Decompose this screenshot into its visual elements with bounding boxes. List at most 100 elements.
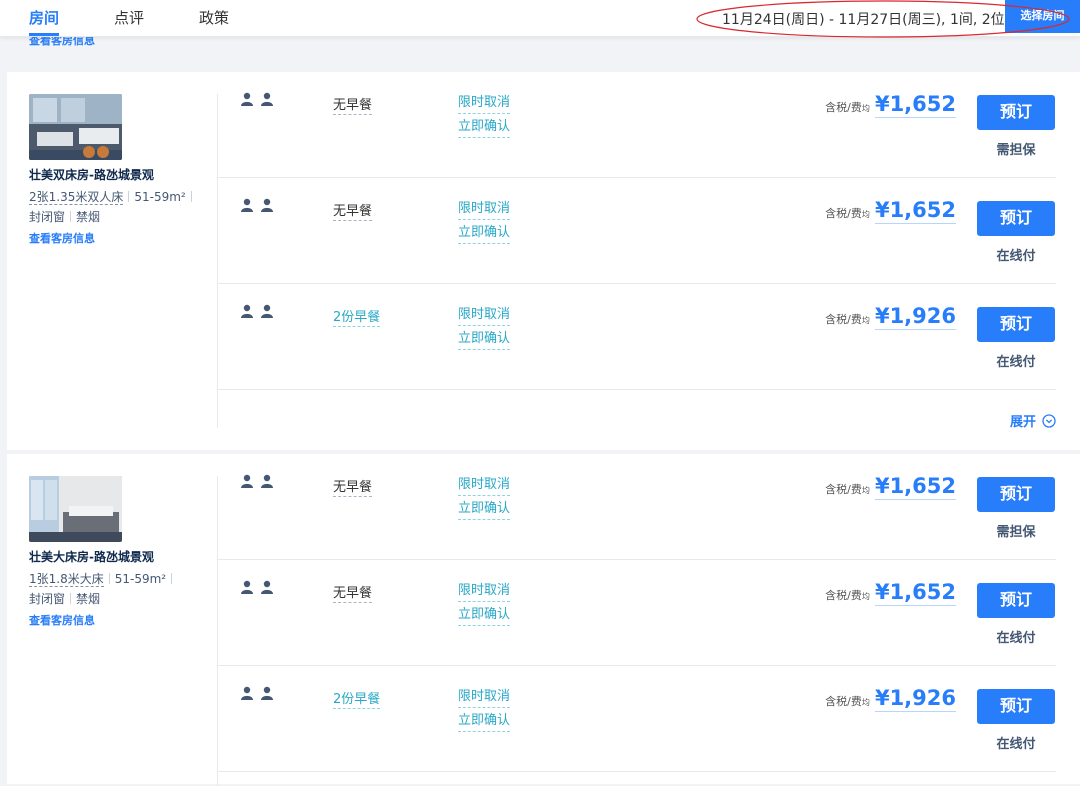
room-meta: 2张1.35米双人床 51-59m² 封闭窗 禁烟 [29, 187, 209, 227]
confirm-policy-link[interactable]: 立即确认 [458, 605, 511, 626]
chevron-down-circle-icon [1042, 413, 1056, 428]
expand-label: 展开 [1009, 415, 1036, 430]
price-block: 含税/费均 ¥1,652 [825, 580, 956, 606]
cancel-policy: 限时取消 立即确认 [458, 687, 511, 735]
price-block: 含税/费均 ¥1,652 [825, 198, 956, 224]
person-icon [261, 92, 273, 106]
room-name: 壮美双床房-路氹城景观 [29, 168, 154, 182]
price[interactable]: ¥1,652 [874, 474, 956, 500]
divider [128, 191, 130, 202]
cancel-policy-link[interactable]: 限时取消 [458, 305, 511, 326]
expand-button[interactable]: 展开 [1010, 411, 1056, 430]
price[interactable]: ¥1,926 [874, 686, 956, 712]
payment-type: 在线付 [996, 355, 1036, 370]
cancel-policy: 限时取消 立即确认 [458, 199, 511, 247]
divider [70, 211, 72, 222]
price[interactable]: ¥1,652 [874, 92, 956, 118]
top-nav: 房间 点评 政策 11月24日(周日) - 11月27日(周三), 1间, 2位… [0, 0, 1080, 38]
room-info-link[interactable]: 查看客房信息 [29, 230, 209, 246]
bed-type[interactable]: 1张1.8米大床 [29, 572, 104, 587]
rate-row: 无早餐 限时取消 立即确认 含税/费均 ¥1,652 预订 在线付 [218, 178, 1056, 284]
bed-type[interactable]: 2张1.35米双人床 [29, 190, 124, 205]
payment-type: 在线付 [996, 737, 1036, 752]
person-icon [241, 92, 253, 106]
person-icon [261, 580, 273, 594]
active-tab-indicator [29, 33, 59, 36]
divider [171, 573, 173, 584]
cancel-policy-link[interactable]: 限时取消 [458, 199, 511, 220]
book-button[interactable]: 预订 [977, 477, 1055, 512]
payment-type: 在线付 [996, 631, 1036, 646]
guest-capacity [240, 686, 274, 700]
book-button[interactable]: 预订 [977, 201, 1055, 236]
price[interactable]: ¥1,926 [874, 304, 956, 330]
room-card: 壮美大床房-路氹城景观 1张1.8米大床 51-59m² 封闭窗 禁烟 查看客房信息… [7, 454, 1080, 786]
rate-row: 2份早餐 限时取消 立即确认 含税/费均 ¥1,926 预订 在线付 [218, 284, 1056, 390]
breakfast-info[interactable]: 无早餐 [333, 200, 373, 221]
room-info-link-previous[interactable]: 查看客房信息 [29, 36, 95, 46]
person-icon [261, 304, 273, 318]
person-icon [261, 198, 273, 212]
breakfast-info[interactable]: 无早餐 [333, 94, 373, 115]
stay-summary[interactable]: 11月24日(周日) - 11月27日(周三), 1间, 2位 [722, 9, 1005, 29]
tax-label: 含税/费均 [825, 589, 870, 602]
person-icon [241, 304, 253, 318]
cancel-policy-link[interactable]: 限时取消 [458, 687, 511, 708]
payment-type: 在线付 [996, 249, 1036, 264]
breakfast-info[interactable]: 无早餐 [333, 582, 373, 603]
payment-type: 需担保 [996, 143, 1036, 158]
room-area: 51-59m² [134, 190, 186, 204]
cancel-policy: 限时取消 立即确认 [458, 581, 511, 629]
tab-policies[interactable]: 政策 [199, 7, 229, 28]
payment-type: 需担保 [996, 525, 1036, 540]
person-icon [241, 198, 253, 212]
cancel-policy-link[interactable]: 限时取消 [458, 475, 511, 496]
room-meta: 1张1.8米大床 51-59m² 封闭窗 禁烟 [29, 569, 209, 609]
room-info: 壮美双床房-路氹城景观 2张1.35米双人床 51-59m² 封闭窗 禁烟 查看客房… [29, 94, 209, 246]
cancel-policy-link[interactable]: 限时取消 [458, 581, 511, 602]
smoking-policy: 禁烟 [76, 210, 101, 224]
breakfast-info[interactable]: 2份早餐 [333, 688, 381, 709]
room-card: 壮美双床房-路氹城景观 2张1.35米双人床 51-59m² 封闭窗 禁烟 查看客房… [7, 72, 1080, 450]
price-block: 含税/费均 ¥1,652 [825, 92, 956, 118]
window-type: 封闭窗 [29, 210, 66, 224]
breakfast-info[interactable]: 2份早餐 [333, 306, 381, 327]
person-icon [261, 686, 273, 700]
rate-row: 2份早餐 限时取消 立即确认 含税/费均 ¥1,926 预订 在线付 [218, 666, 1056, 772]
tab-rooms[interactable]: 房间 [29, 7, 59, 28]
cancel-policy-link[interactable]: 限时取消 [458, 93, 511, 114]
rate-row: 无早餐 限时取消 立即确认 含税/费均 ¥1,652 预订 需担保 [218, 72, 1056, 178]
price[interactable]: ¥1,652 [874, 580, 956, 606]
cancel-policy: 限时取消 立即确认 [458, 305, 511, 353]
tax-label: 含税/费均 [825, 101, 870, 114]
book-button[interactable]: 预订 [977, 307, 1055, 342]
person-icon [261, 474, 273, 488]
guest-capacity [240, 92, 274, 106]
tax-label: 含税/费均 [825, 207, 870, 220]
price-block: 含税/费均 ¥1,926 [825, 304, 956, 330]
guest-capacity [240, 580, 274, 594]
book-button[interactable]: 预订 [977, 583, 1055, 618]
book-button[interactable]: 预订 [977, 95, 1055, 130]
room-photo[interactable] [29, 94, 122, 160]
room-info-link[interactable]: 查看客房信息 [29, 612, 209, 628]
window-type: 封闭窗 [29, 592, 66, 606]
price[interactable]: ¥1,652 [874, 198, 956, 224]
confirm-policy-link[interactable]: 立即确认 [458, 117, 511, 138]
confirm-policy-link[interactable]: 立即确认 [458, 329, 511, 350]
price-block: 含税/费均 ¥1,926 [825, 686, 956, 712]
divider [108, 573, 110, 584]
book-button[interactable]: 预订 [977, 689, 1055, 724]
room-photo[interactable] [29, 476, 122, 542]
confirm-policy-link[interactable]: 立即确认 [458, 223, 511, 244]
confirm-policy-link[interactable]: 立即确认 [458, 711, 511, 732]
breakfast-info[interactable]: 无早餐 [333, 476, 373, 497]
person-icon [241, 686, 253, 700]
tab-reviews[interactable]: 点评 [114, 7, 144, 28]
smoking-policy: 禁烟 [76, 592, 101, 606]
confirm-policy-link[interactable]: 立即确认 [458, 499, 511, 520]
room-name: 壮美大床房-路氹城景观 [29, 550, 154, 564]
rate-row: 无早餐 限时取消 立即确认 含税/费均 ¥1,652 预订 需担保 [218, 454, 1056, 560]
tax-label: 含税/费均 [825, 695, 870, 708]
select-room-button[interactable]: 选择房间 [1005, 0, 1080, 33]
